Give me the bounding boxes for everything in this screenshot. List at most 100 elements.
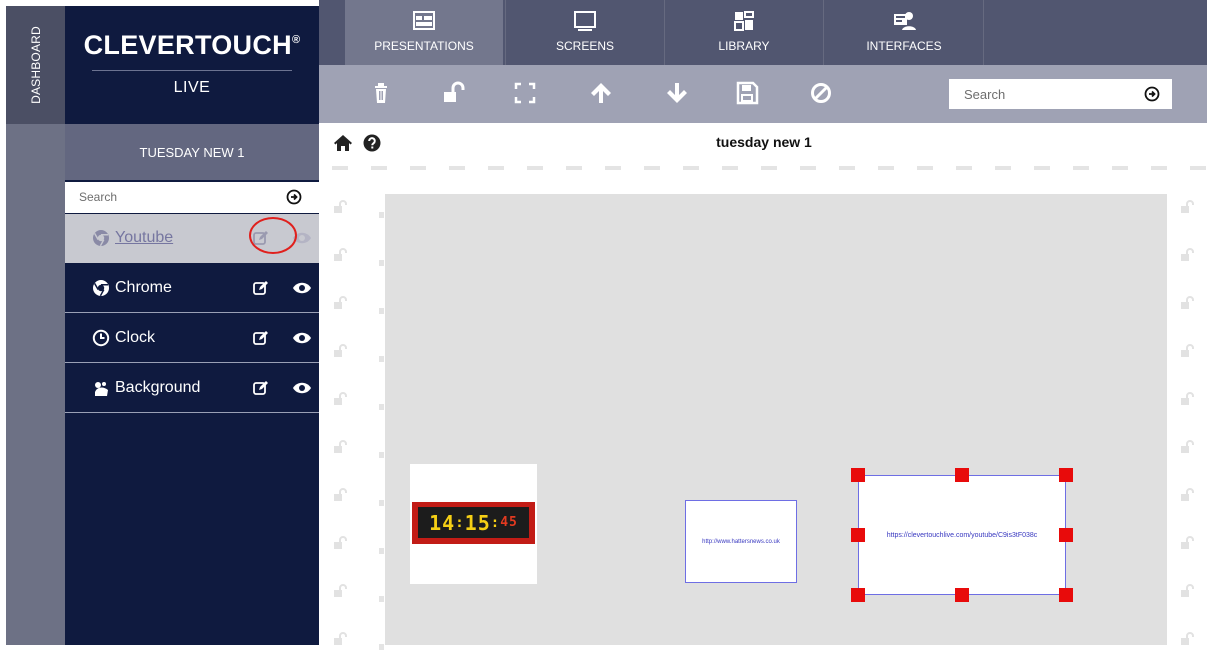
lock-icon[interactable] bbox=[1180, 248, 1194, 262]
ruler-mark bbox=[379, 596, 384, 602]
ruler-mark bbox=[917, 166, 933, 170]
youtube-widget[interactable]: https://clevertouchlive.com/youtube/C9is… bbox=[858, 475, 1066, 595]
trash-icon[interactable] bbox=[368, 80, 394, 106]
list-item-chrome[interactable]: Chrome bbox=[65, 264, 319, 313]
item-label: Chrome bbox=[115, 279, 172, 296]
panel-search-go-icon[interactable] bbox=[284, 187, 304, 207]
lock-icon[interactable] bbox=[333, 248, 347, 262]
eye-icon[interactable] bbox=[292, 380, 312, 396]
ruler-mark bbox=[644, 166, 660, 170]
resize-handle-se[interactable] bbox=[1059, 588, 1073, 602]
lock-icon[interactable] bbox=[1180, 488, 1194, 502]
lock-icon[interactable] bbox=[1180, 296, 1194, 310]
youtube-widget-url: https://clevertouchlive.com/youtube/C9is… bbox=[886, 531, 1038, 539]
panel-search-input[interactable] bbox=[79, 187, 269, 207]
lock-icon[interactable] bbox=[333, 536, 347, 550]
edit-icon[interactable] bbox=[253, 330, 269, 346]
arrow-down-icon[interactable] bbox=[664, 80, 690, 106]
ruler-mark bbox=[761, 166, 777, 170]
brand-logo bbox=[65, 6, 319, 124]
resize-handle-e[interactable] bbox=[1059, 528, 1073, 542]
ruler-mark bbox=[605, 166, 621, 170]
ruler-mark bbox=[1190, 166, 1206, 170]
ruler-mark bbox=[379, 548, 384, 554]
lock-icon[interactable] bbox=[1180, 632, 1194, 646]
ruler-mark bbox=[527, 166, 543, 170]
item-label: Youtube bbox=[115, 229, 174, 246]
ruler-mark bbox=[379, 452, 384, 458]
lock-icon[interactable] bbox=[333, 440, 347, 454]
lock-icon[interactable] bbox=[333, 344, 347, 358]
clock-minutes: 15 bbox=[464, 510, 491, 535]
clock-display: 14:15:45 bbox=[418, 507, 529, 538]
tab-presentations[interactable]: PRESENTATIONS bbox=[345, 0, 503, 65]
list-item-background[interactable]: Background bbox=[65, 364, 319, 413]
clock-icon bbox=[92, 329, 110, 347]
clock-seconds: 45 bbox=[500, 515, 518, 530]
tab-label: PRESENTATIONS bbox=[374, 39, 474, 53]
ruler-mark bbox=[371, 166, 387, 170]
ruler-mark bbox=[379, 500, 384, 506]
tab-label: SCREENS bbox=[555, 39, 614, 53]
clock-hours: 14 bbox=[429, 510, 456, 535]
lock-icon[interactable] bbox=[333, 296, 347, 310]
lock-icon[interactable] bbox=[1180, 440, 1194, 454]
presentation-name: tuesday new 1 bbox=[716, 134, 812, 150]
lock-icon[interactable] bbox=[333, 632, 347, 646]
resize-handle-sw[interactable] bbox=[851, 588, 865, 602]
lock-icon[interactable] bbox=[333, 584, 347, 598]
ban-icon[interactable] bbox=[808, 80, 834, 106]
lock-icon[interactable] bbox=[333, 488, 347, 502]
lock-icon[interactable] bbox=[1180, 200, 1194, 214]
save-icon[interactable] bbox=[734, 80, 760, 106]
dashboard-label: DASHBOARD bbox=[28, 26, 43, 104]
resize-handle-n[interactable] bbox=[955, 468, 969, 482]
unlock-icon[interactable] bbox=[440, 80, 466, 106]
chrome-widget[interactable]: http://www.hattersnews.co.uk bbox=[685, 500, 797, 583]
ruler-mark bbox=[332, 166, 348, 170]
ruler-mark bbox=[449, 166, 465, 170]
resize-handle-s[interactable] bbox=[955, 588, 969, 602]
list-item-clock[interactable]: Clock bbox=[65, 314, 319, 363]
ruler-mark bbox=[995, 166, 1011, 170]
resize-handle-w[interactable] bbox=[851, 528, 865, 542]
tab-interfaces[interactable]: INTERFACES bbox=[825, 0, 984, 65]
resize-handle-ne[interactable] bbox=[1059, 468, 1073, 482]
ruler-mark bbox=[839, 166, 855, 170]
eye-icon[interactable] bbox=[292, 330, 312, 346]
ruler-mark bbox=[379, 356, 384, 362]
lock-icon[interactable] bbox=[1180, 344, 1194, 358]
brand-sub: LIVE bbox=[173, 79, 211, 96]
library-icon bbox=[734, 11, 754, 31]
monitor-icon bbox=[574, 11, 596, 31]
ruler-mark bbox=[488, 166, 504, 170]
paint-icon bbox=[95, 382, 108, 396]
lock-icon[interactable] bbox=[333, 392, 347, 406]
ruler-mark bbox=[1034, 166, 1050, 170]
lock-icon[interactable] bbox=[1180, 392, 1194, 406]
ruler-mark bbox=[722, 166, 738, 170]
edit-icon[interactable] bbox=[253, 280, 269, 296]
eye-icon[interactable] bbox=[292, 280, 312, 296]
interface-icon bbox=[894, 12, 916, 30]
dashboard-label-wrap[interactable]: DASHBOARD bbox=[6, 6, 65, 124]
ruler-mark bbox=[379, 212, 384, 218]
highlight-circle bbox=[249, 217, 297, 254]
ruler-mark bbox=[379, 404, 384, 410]
lock-icon[interactable] bbox=[1180, 584, 1194, 598]
ruler-mark bbox=[410, 166, 426, 170]
tab-screens[interactable]: SCREENS bbox=[505, 0, 665, 65]
brand-name-wrap: CLEVERTOUCH® bbox=[65, 30, 319, 61]
presentation-title: TUESDAY NEW 1 bbox=[65, 124, 319, 180]
presentation-icon bbox=[413, 11, 435, 30]
edit-icon[interactable] bbox=[253, 380, 269, 396]
arrow-up-icon[interactable] bbox=[588, 80, 614, 106]
toolbar-search-input[interactable] bbox=[964, 84, 1124, 104]
tab-library[interactable]: LIBRARY bbox=[665, 0, 824, 65]
chrome-icon bbox=[93, 230, 109, 247]
toolbar-search-go-icon[interactable] bbox=[1142, 84, 1162, 104]
lock-icon[interactable] bbox=[1180, 536, 1194, 550]
lock-icon[interactable] bbox=[333, 200, 347, 214]
fullscreen-icon[interactable] bbox=[512, 80, 538, 106]
resize-handle-nw[interactable] bbox=[851, 468, 865, 482]
